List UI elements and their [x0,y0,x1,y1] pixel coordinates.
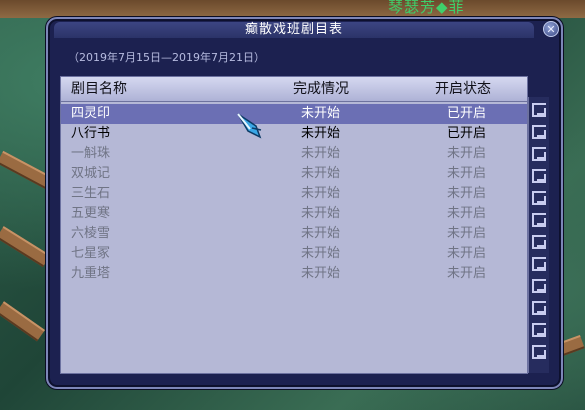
table-row[interactable]: 九重塔 未开始 未开启 [61,264,527,284]
repertoire-window: 癫散戏班剧目表 ✕ （2019年7月15日—2019年7月21日） 剧目名称 完… [46,17,563,389]
fret-motif [532,345,546,359]
row-status: 已开启 [447,126,487,141]
table-row[interactable]: 四灵印 未开始 已开启 [61,104,527,124]
row-status: 未开启 [447,166,487,181]
table-row[interactable]: 五更寒 未开始 未开启 [61,204,527,224]
row-status: 未开启 [447,266,487,281]
header-completion: 完成情况 [293,81,349,97]
table-row[interactable]: 六棱雪 未开始 未开启 [61,224,527,244]
greek-key-border-icon [528,97,549,373]
row-completion: 未开始 [301,106,341,121]
row-completion: 未开始 [301,126,341,141]
repertoire-table: 剧目名称 完成情况 开启状态 四灵印 未开始 已开启 八行书 未开始 已开启 一斛珠 未开始未… [60,76,528,374]
table-row[interactable]: 八行书 未开始 已开启 [61,124,527,144]
table-header: 剧目名称 完成情况 开启状态 [61,77,527,102]
row-completion: 未开始 [301,186,341,201]
row-status: 未开启 [447,186,487,201]
row-completion: 未开始 [301,146,341,161]
fret-motif [532,301,546,315]
table-row[interactable]: 一斛珠 未开始 未开启 [61,144,527,164]
row-completion: 未开始 [301,246,341,261]
title-bar[interactable]: 癫散戏班剧目表 [54,22,534,38]
scene-rail [0,226,51,268]
row-status: 未开启 [447,226,487,241]
header-name: 剧目名称 [71,81,127,97]
fret-motif [532,125,546,139]
date-range: （2019年7月15日—2019年7月21日） [68,51,265,64]
row-completion: 未开始 [301,166,341,181]
fret-motif [532,323,546,337]
fret-motif [532,103,546,117]
row-completion: 未开始 [301,206,341,221]
row-name: 双城记 [71,166,111,181]
row-name: 七星冢 [71,246,111,261]
window-title: 癫散戏班剧目表 [244,22,343,37]
character-name: 琴瑟芳◆菲 [388,0,465,16]
row-completion: 未开始 [301,226,341,241]
fret-motif [532,147,546,161]
table-row[interactable]: 三生石 未开始 未开启 [61,184,527,204]
scene-rail [0,301,45,342]
row-name: 一斛珠 [71,146,111,161]
scene-roof [0,0,585,18]
feather-cursor-icon [237,113,262,139]
row-status: 未开启 [447,206,487,221]
fret-motif [532,169,546,183]
row-name: 六棱雪 [71,226,111,241]
row-name: 八行书 [71,126,111,141]
row-completion: 未开始 [301,266,341,281]
fret-motif [532,257,546,271]
fret-motif [532,191,546,205]
row-status: 未开启 [447,146,487,161]
header-status: 开启状态 [435,81,491,97]
close-icon[interactable]: ✕ [543,21,559,37]
table-row[interactable]: 双城记 未开始 未开启 [61,164,527,184]
row-name: 四灵印 [71,106,111,121]
fret-motif [532,213,546,227]
table-row[interactable]: 七星冢 未开始 未开启 [61,244,527,264]
fret-motif [532,279,546,293]
row-name: 五更寒 [71,206,111,221]
row-name: 三生石 [71,186,111,201]
row-name: 九重塔 [71,266,111,281]
fret-motif [532,235,546,249]
row-status: 未开启 [447,246,487,261]
row-status: 已开启 [447,106,487,121]
